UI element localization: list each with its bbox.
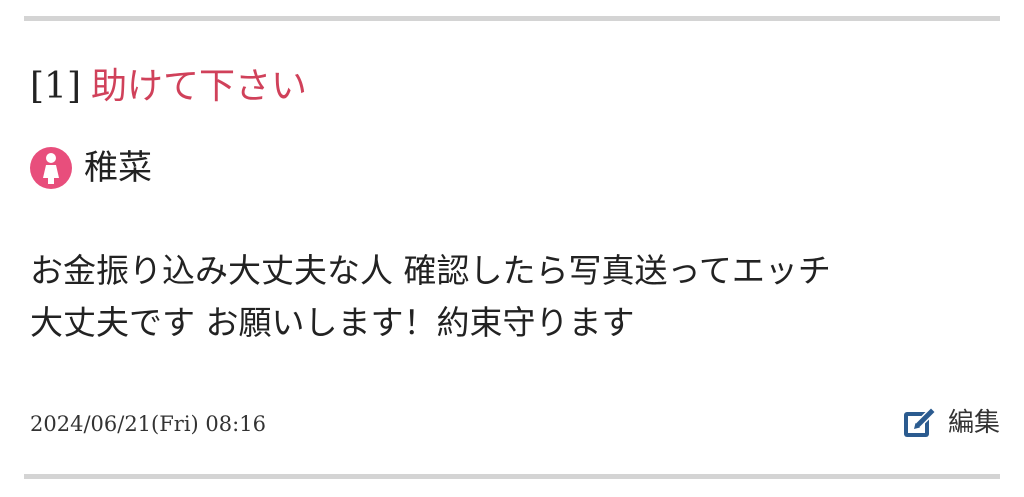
post-number: [1] [30, 66, 81, 107]
edit-label: 編集 [947, 408, 1000, 438]
post-body-line: 大丈夫です お願いします！約束守ります [30, 303, 635, 342]
post-title-row: [1] 助けて下さい [30, 65, 307, 109]
post-meta: 2024/06/21(Fri) 08:16 編集 [30, 401, 1000, 449]
post-entry: [1] 助けて下さい 稚菜 お金振り込み大丈夫な人 確認したら写真送ってエッチ 大… [30, 21, 1000, 474]
post-timestamp: 2024/06/21(Fri) 08:16 [30, 412, 266, 436]
female-icon [30, 147, 72, 189]
post-body-line: お金振り込み大丈夫な人 確認したら写真送ってエッチ [30, 251, 831, 290]
post-title[interactable]: 助けて下さい [91, 66, 307, 107]
post-body: お金振り込み大丈夫な人 確認したら写真送ってエッチ 大丈夫です お願いします！約… [30, 245, 980, 349]
edit-button[interactable]: 編集 [900, 403, 1000, 443]
author-name: 稚菜 [84, 148, 152, 188]
edit-icon [900, 403, 940, 443]
author-row: 稚菜 [30, 143, 152, 193]
bottom-divider [24, 474, 1000, 479]
